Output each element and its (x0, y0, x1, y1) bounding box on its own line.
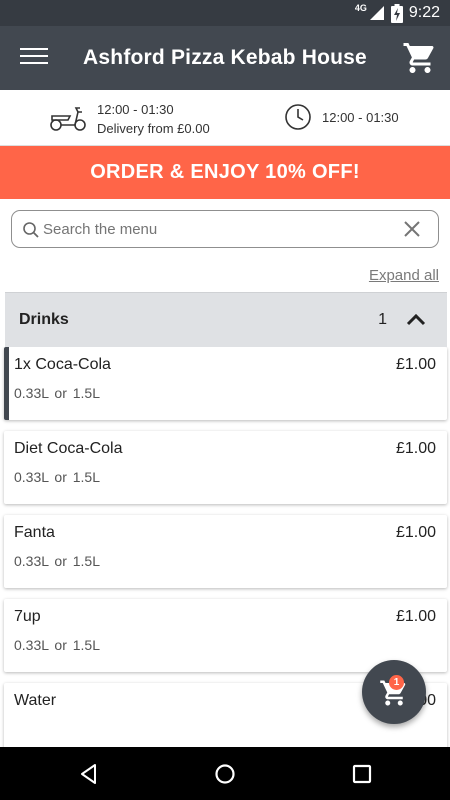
scooter-icon (50, 107, 86, 131)
promo-banner[interactable]: ORDER & ENJOY 10% OFF! (0, 146, 450, 199)
android-nav-bar (0, 747, 450, 800)
network-type: 4G (354, 3, 367, 13)
item-options: 0.33L or 1.5L (14, 637, 100, 653)
menu-item[interactable]: Fanta £1.00 0.33L or 1.5L (4, 515, 447, 588)
delivery-info: 12:00 - 01:30 Delivery from £0.00 (97, 100, 210, 138)
cart-button[interactable] (402, 40, 438, 76)
item-options: 0.33L or 1.5L (14, 385, 100, 401)
status-bar: 4G 9:22 (0, 0, 450, 26)
cart-count-badge: 1 (389, 675, 404, 690)
search-icon (23, 222, 39, 238)
category-name: Drinks (19, 311, 69, 328)
status-icons: 4G 9:22 (355, 3, 440, 23)
item-name: Water (14, 692, 57, 709)
home-icon[interactable] (212, 761, 238, 787)
close-icon[interactable] (404, 221, 420, 237)
restaurant-info: 12:00 - 01:30 Delivery from £0.00 12:00 … (0, 90, 450, 146)
category-count: 1 (378, 311, 387, 328)
item-name: 1x Coca-Cola (14, 356, 111, 374)
item-options: 0.33L or 1.5L (14, 469, 100, 485)
item-name: 7up (14, 608, 41, 625)
floating-cart-button[interactable]: 1 (362, 660, 426, 724)
cart-icon (403, 43, 434, 73)
menu-item[interactable]: Diet Coca-Cola £1.00 0.33L or 1.5L (4, 431, 447, 504)
item-options: 0.33L or 1.5L (14, 553, 100, 569)
item-title: Coca-Cola (35, 356, 111, 373)
status-time: 9:22 (408, 4, 440, 21)
battery-charging-icon (390, 3, 403, 23)
item-price: £1.00 (395, 440, 436, 457)
recents-icon[interactable] (349, 761, 375, 787)
app-bar: Ashford Pizza Kebab House (0, 26, 450, 90)
search-bar (11, 210, 439, 248)
restaurant-title: Ashford Pizza Kebab House (83, 46, 367, 69)
opening-hours: 12:00 - 01:30 (322, 110, 399, 125)
item-name: Diet Coca-Cola (14, 440, 123, 457)
menu-item[interactable]: 1x Coca-Cola £1.00 0.33L or 1.5L (4, 347, 447, 420)
signal-icon (369, 6, 384, 20)
delivery-hours: 12:00 - 01:30 (97, 102, 174, 117)
item-price: £1.00 (395, 608, 436, 625)
category-header-drinks[interactable]: Drinks 1 (5, 292, 447, 347)
expand-all-link[interactable]: Expand all (369, 267, 439, 284)
clock-icon (285, 104, 311, 130)
menu-item[interactable]: 7up £1.00 0.33L or 1.5L (4, 599, 447, 672)
chevron-up-icon (406, 313, 426, 326)
back-icon[interactable] (76, 761, 102, 787)
item-name: Fanta (14, 524, 55, 541)
search-input[interactable] (43, 213, 393, 245)
item-quantity: 1x (14, 356, 31, 373)
item-price: £1.00 (395, 524, 436, 541)
item-price: £1.00 (395, 356, 436, 373)
delivery-fee: Delivery from £0.00 (97, 121, 210, 136)
